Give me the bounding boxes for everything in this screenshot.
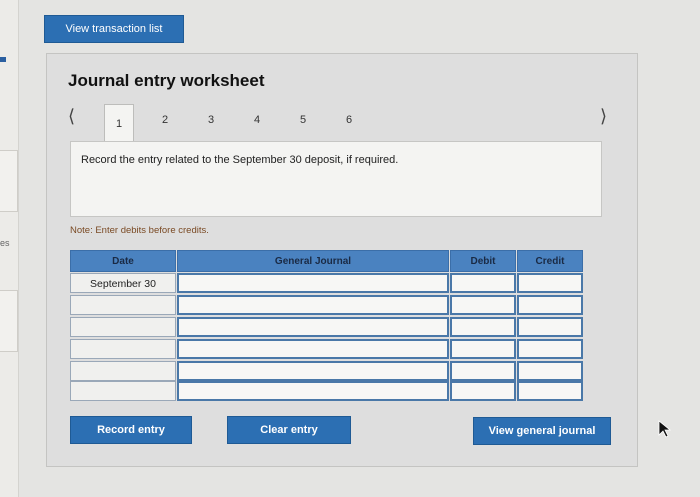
account-input[interactable]	[177, 273, 449, 293]
next-arrow-icon[interactable]: ⟩	[600, 106, 607, 127]
prompt-box: Record the entry related to the Septembe…	[70, 141, 602, 217]
view-transaction-list-button[interactable]: View transaction list	[44, 15, 184, 43]
tab-5[interactable]: 5	[288, 104, 318, 136]
debit-input[interactable]	[450, 317, 516, 337]
date-cell	[70, 339, 176, 359]
account-input[interactable]	[177, 295, 449, 315]
debit-input[interactable]	[450, 273, 516, 293]
date-cell	[70, 381, 176, 401]
date-cell	[70, 295, 176, 315]
column-header-date: Date	[70, 250, 176, 272]
clear-entry-button[interactable]: Clear entry	[227, 416, 351, 444]
column-header-general-journal: General Journal	[177, 250, 449, 272]
mouse-cursor-icon	[658, 420, 672, 438]
credit-input[interactable]	[517, 361, 583, 381]
column-header-debit: Debit	[450, 250, 516, 272]
tab-3[interactable]: 3	[196, 104, 226, 136]
left-accent-marker	[0, 57, 6, 62]
account-input[interactable]	[177, 317, 449, 337]
date-cell	[70, 361, 176, 381]
tab-2[interactable]: 2	[150, 104, 180, 136]
credit-input[interactable]	[517, 317, 583, 337]
left-panel: es	[0, 0, 19, 497]
column-header-credit: Credit	[517, 250, 583, 272]
credit-input[interactable]	[517, 273, 583, 293]
record-entry-button[interactable]: Record entry	[70, 416, 192, 444]
tab-6[interactable]: 6	[334, 104, 364, 136]
debit-input[interactable]	[450, 339, 516, 359]
account-input[interactable]	[177, 339, 449, 359]
account-input[interactable]	[177, 361, 449, 381]
debit-input[interactable]	[450, 295, 516, 315]
credit-input[interactable]	[517, 295, 583, 315]
worksheet-title: Journal entry worksheet	[68, 71, 265, 90]
account-input[interactable]	[177, 381, 449, 401]
left-panel-text: es	[0, 238, 10, 248]
left-panel-box	[0, 290, 18, 352]
prompt-text: Record the entry related to the Septembe…	[81, 154, 399, 166]
date-value: September 30	[90, 278, 156, 290]
previous-arrow-icon[interactable]: ⟨	[68, 106, 75, 127]
tab-4[interactable]: 4	[242, 104, 272, 136]
note-text: Note: Enter debits before credits.	[70, 225, 209, 236]
credit-input[interactable]	[517, 339, 583, 359]
debit-input[interactable]	[450, 381, 516, 401]
date-cell	[70, 317, 176, 337]
tab-1[interactable]: 1	[104, 104, 134, 142]
debit-input[interactable]	[450, 361, 516, 381]
view-general-journal-button[interactable]: View general journal	[473, 417, 611, 445]
left-panel-box	[0, 150, 18, 212]
credit-input[interactable]	[517, 381, 583, 401]
